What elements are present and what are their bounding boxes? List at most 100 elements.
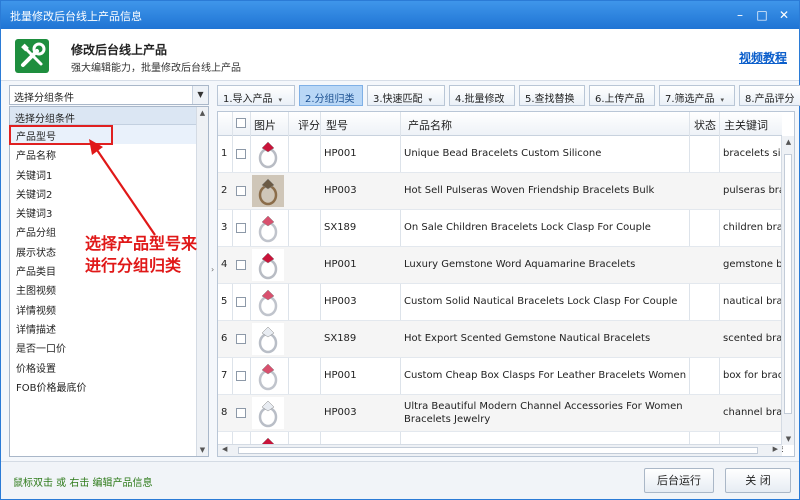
table-row[interactable]: 3 SX189 On Sale Children Bracelets Lock Cl…: [218, 210, 783, 247]
product-thumbnail: [252, 397, 284, 429]
scroll-down-icon[interactable]: ▼: [783, 435, 794, 443]
col-keyword[interactable]: 主关键词: [724, 117, 768, 133]
list-item[interactable]: 价格设置: [10, 357, 208, 376]
row-checkbox[interactable]: [236, 371, 246, 381]
cell-keyword: box for brace: [723, 370, 783, 381]
row-checkbox[interactable]: [236, 408, 246, 418]
panel-splitter[interactable]: ›: [210, 85, 216, 457]
toolbar-button-label: 2.分组归类: [305, 94, 355, 105]
scroll-thumb[interactable]: [238, 447, 758, 454]
cell-model: HP003: [324, 407, 357, 418]
col-score[interactable]: 评分: [298, 117, 320, 133]
row-checkbox[interactable]: [236, 149, 246, 159]
product-thumbnail: [252, 249, 284, 281]
table-row[interactable]: 4 HP001 Luxury Gemstone Word Aquamarine Br…: [218, 247, 783, 284]
tools-icon: [15, 39, 49, 73]
table-header: 图片 评分 型号 产品名称 状态 主关键词: [218, 112, 782, 136]
row-number: 6: [221, 333, 228, 344]
cell-keyword: gemstone br: [723, 259, 783, 270]
chevron-down-icon[interactable]: ▼: [192, 86, 208, 104]
run-in-background-button[interactable]: 后台运行: [644, 468, 714, 493]
chevron-down-icon[interactable]: ▾: [429, 96, 433, 104]
toolbar-button-6[interactable]: 6.上传产品: [589, 85, 655, 106]
scroll-down-icon[interactable]: ▼: [197, 444, 208, 456]
col-model[interactable]: 型号: [326, 117, 348, 133]
toolbar-button-4[interactable]: 4.批量修改: [449, 85, 515, 106]
row-checkbox[interactable]: [236, 260, 246, 270]
product-thumbnail: [252, 360, 284, 392]
title-bar[interactable]: 批量修改后台线上产品信息 – □ ✕: [1, 1, 799, 29]
status-bar: 鼠标双击 或 右击 编辑产品信息 后台运行 关 闭: [1, 461, 799, 499]
table-row[interactable]: 1 HP001 Unique Bead Bracelets Custom Silic…: [218, 136, 783, 173]
annotation-arrow: [89, 139, 156, 236]
toolbar-button-1[interactable]: 1.导入产品 ▾: [217, 85, 295, 106]
close-icon[interactable]: ✕: [775, 7, 793, 23]
row-number: 2: [221, 185, 228, 196]
select-all-checkbox[interactable]: [236, 118, 246, 128]
row-checkbox[interactable]: [236, 297, 246, 307]
product-thumbnail: [252, 212, 284, 244]
scroll-left-icon[interactable]: ◀: [222, 445, 227, 453]
row-checkbox[interactable]: [236, 334, 246, 344]
list-item[interactable]: 详情视频: [10, 299, 208, 318]
list-item[interactable]: 是否一口价: [10, 337, 208, 356]
row-number: 8: [221, 407, 228, 418]
cell-keyword: nautical brac: [723, 296, 783, 307]
group-condition-select[interactable]: 选择分组条件 ▼: [9, 85, 209, 105]
table-row[interactable]: 8 HP003 Ultra Beautiful Modern Channel Acc…: [218, 395, 783, 432]
row-checkbox[interactable]: [236, 223, 246, 233]
cell-product-name: Custom Cheap Box Clasps For Leather Brac…: [404, 370, 687, 381]
toolbar-button-2[interactable]: 2.分组归类: [299, 85, 363, 106]
status-hint: 鼠标双击 或 右击 编辑产品信息: [13, 478, 153, 489]
scroll-right-icon[interactable]: ▶: [773, 445, 778, 453]
table-row[interactable]: 6 SX189 Hot Export Scented Gemstone Nautic…: [218, 321, 783, 358]
cell-product-name: On Sale Children Bracelets Lock Clasp Fo…: [404, 222, 651, 233]
toolbar-button-label: 1.导入产品: [223, 94, 273, 105]
cell-product-name: Hot Sell Pulseras Woven Friendship Brace…: [404, 185, 655, 196]
chevron-right-icon[interactable]: ›: [211, 265, 214, 274]
toolbar-button-label: 3.快速匹配: [373, 94, 423, 105]
annotation-line-1: 选择产品型号来: [85, 234, 198, 253]
cell-product-name: Hot Export Scented Gemstone Nautical Bra…: [404, 333, 651, 344]
product-thumbnail: [252, 138, 284, 170]
table-row[interactable]: 2 HP003 Hot Sell Pulseras Woven Friendship…: [218, 173, 783, 210]
list-item[interactable]: FOB价格最底价: [10, 376, 208, 395]
annotation-text: 选择产品型号来 进行分组归类: [85, 233, 197, 277]
cell-keyword: channel brac: [723, 407, 783, 418]
chevron-down-icon[interactable]: ▾: [279, 96, 283, 104]
toolbar-button-7[interactable]: 7.筛选产品 ▾: [659, 85, 735, 106]
minimize-icon[interactable]: –: [731, 7, 749, 23]
page-subtitle: 强大编辑能力，批量修改后台线上产品: [71, 63, 241, 74]
table-row[interactable]: 5 HP003 Custom Solid Nautical Bracelets Lo…: [218, 284, 783, 321]
scroll-up-icon[interactable]: ▲: [197, 107, 208, 119]
product-thumbnail: [252, 323, 284, 355]
product-table[interactable]: 图片 评分 型号 产品名称 状态 主关键词 1 HP001 Unique Bead …: [217, 111, 795, 457]
cell-product-name: Ultra Beautiful Modern Channel Accessori…: [404, 401, 683, 425]
scroll-thumb[interactable]: [784, 154, 792, 414]
video-tutorial-link[interactable]: 视频教程: [739, 49, 787, 66]
table-vertical-scrollbar[interactable]: ▲ ▼: [781, 136, 794, 445]
row-number: 4: [221, 259, 228, 270]
chevron-down-icon[interactable]: ▾: [721, 96, 725, 104]
list-header: 选择分组条件: [10, 107, 208, 125]
table-horizontal-scrollbar[interactable]: ◀ ▶: [218, 444, 782, 456]
list-item[interactable]: 主图视频: [10, 279, 208, 298]
list-scrollbar[interactable]: ▲ ▼: [196, 107, 208, 456]
toolbar-button-3[interactable]: 3.快速匹配 ▾: [367, 85, 445, 106]
row-number: 1: [221, 148, 228, 159]
close-button[interactable]: 关 闭: [725, 468, 791, 493]
col-status[interactable]: 状态: [694, 117, 716, 133]
list-item[interactable]: 详情描述: [10, 318, 208, 337]
row-number: 3: [221, 222, 228, 233]
row-checkbox[interactable]: [236, 186, 246, 196]
col-name[interactable]: 产品名称: [408, 117, 452, 133]
cell-keyword: bracelets silic: [723, 148, 783, 159]
toolbar-button-8[interactable]: 8.产品评分: [739, 85, 800, 106]
app-header: 修改后台线上产品 强大编辑能力，批量修改后台线上产品 视频教程: [1, 29, 799, 81]
toolbar-button-5[interactable]: 5.查找替换: [519, 85, 585, 106]
table-row[interactable]: 7 HP001 Custom Cheap Box Clasps For Leathe…: [218, 358, 783, 395]
col-image[interactable]: 图片: [254, 117, 276, 133]
maximize-icon[interactable]: □: [753, 7, 771, 23]
product-thumbnail: [252, 286, 284, 318]
scroll-up-icon[interactable]: ▲: [783, 138, 794, 146]
